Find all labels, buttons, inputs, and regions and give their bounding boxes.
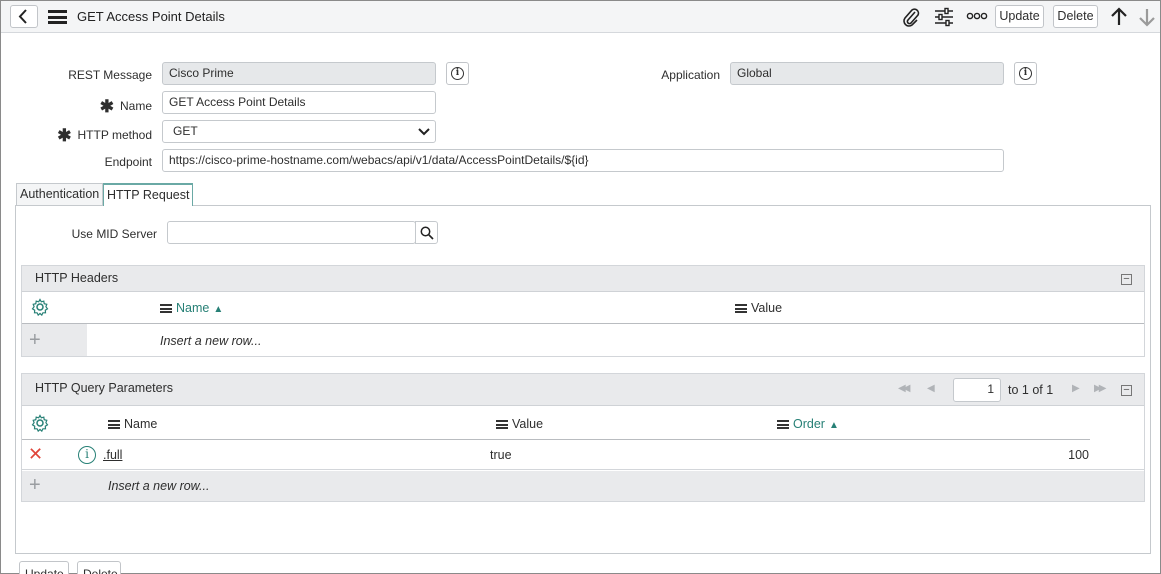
bottom-update-button[interactable]: Update [19, 561, 69, 574]
column-header-name[interactable]: Name ▲ [160, 301, 223, 315]
name-field[interactable]: GET Access Point Details [162, 91, 436, 114]
rest-message-info-button[interactable]: i [446, 62, 469, 85]
column-menu-icon[interactable] [160, 304, 172, 313]
http-headers-section: HTTP Headers − Name ▲ Value + Insert a ne… [21, 265, 1145, 357]
query-params-title: HTTP Query Parameters [35, 381, 174, 395]
column-menu-icon[interactable] [496, 420, 508, 429]
previous-page-icon[interactable]: ◀ [927, 383, 935, 394]
http-method-select[interactable]: GET [162, 120, 436, 143]
rest-message-field[interactable]: Cisco Prime [162, 62, 436, 85]
endpoint-label: Endpoint [104, 155, 152, 169]
search-icon [420, 226, 434, 240]
column-header-value[interactable]: Value [496, 417, 543, 431]
application-label: Application [661, 68, 720, 82]
mid-server-lookup-button[interactable] [415, 221, 438, 244]
delete-button[interactable]: Delete [1053, 5, 1098, 28]
more-options-icon[interactable] [966, 11, 988, 21]
name-label: ✱ Name [99, 97, 152, 116]
last-page-icon[interactable]: ▶▶ [1094, 383, 1107, 394]
query-params-header: HTTP Query Parameters ◀◀ ◀ 1 to 1 of 1 ▶… [22, 374, 1144, 406]
update-button[interactable]: Update [995, 5, 1044, 28]
gear-icon[interactable] [31, 298, 49, 316]
add-row-icon[interactable]: + [29, 475, 41, 495]
column-header-name[interactable]: Name [108, 417, 157, 431]
param-name-link[interactable]: .full [103, 448, 122, 462]
tab-http-request[interactable]: HTTP Request [103, 183, 194, 206]
info-icon: i [451, 67, 464, 80]
param-value-cell[interactable]: true [490, 448, 512, 462]
hamburger-menu-icon[interactable] [48, 10, 67, 24]
chevron-down-icon [418, 128, 430, 136]
column-menu-icon[interactable] [735, 304, 747, 313]
arrow-down-icon[interactable] [1138, 7, 1156, 27]
page-range-text: to 1 of 1 [1008, 383, 1054, 397]
insert-new-row[interactable]: Insert a new row... [160, 334, 261, 348]
sort-ascending-icon: ▲ [213, 304, 224, 315]
form-title: GET Access Point Details [77, 9, 225, 24]
sort-ascending-icon: ▲ [828, 420, 839, 431]
http-headers-title: HTTP Headers [35, 271, 119, 285]
first-page-icon[interactable]: ◀◀ [898, 383, 911, 394]
settings-sliders-icon[interactable] [933, 7, 955, 27]
collapse-icon[interactable]: − [1121, 274, 1132, 285]
next-page-icon[interactable]: ▶ [1072, 383, 1080, 394]
application-info-button[interactable]: i [1014, 62, 1037, 85]
column-menu-icon[interactable] [777, 420, 789, 429]
insert-new-row[interactable]: Insert a new row... [108, 479, 209, 493]
arrow-up-icon[interactable] [1110, 7, 1128, 27]
delete-row-icon[interactable]: ✕ [28, 445, 43, 463]
column-menu-icon[interactable] [108, 420, 120, 429]
column-header-order[interactable]: Order ▲ [777, 417, 839, 431]
header-row-divider [22, 323, 1144, 324]
back-button[interactable] [10, 5, 38, 28]
collapse-icon[interactable]: − [1121, 385, 1132, 396]
page-number-input[interactable]: 1 [953, 378, 1001, 402]
add-row-icon[interactable]: + [29, 330, 41, 350]
required-asterisk-icon: ✱ [99, 97, 114, 116]
chevron-left-icon [18, 9, 27, 24]
tab-authentication[interactable]: Authentication [16, 183, 104, 205]
application-field[interactable]: Global [730, 62, 1004, 85]
info-icon: i [1019, 67, 1032, 80]
mid-server-label: Use MID Server [71, 227, 157, 241]
gear-icon[interactable] [31, 414, 49, 432]
http-method-label: ✱ HTTP method [57, 126, 152, 145]
http-query-parameters-section: HTTP Query Parameters ◀◀ ◀ 1 to 1 of 1 ▶… [21, 373, 1145, 502]
rest-message-label: REST Message [68, 68, 152, 82]
http-headers-header: HTTP Headers − [22, 266, 1144, 292]
paperclip-icon[interactable] [901, 6, 921, 28]
form-header: GET Access Point Details Update Delete [1, 1, 1160, 33]
required-asterisk-icon: ✱ [57, 126, 72, 145]
mid-server-input[interactable] [167, 221, 416, 244]
column-header-value[interactable]: Value [735, 301, 782, 315]
info-icon[interactable]: i [78, 446, 96, 464]
param-order-cell[interactable]: 100 [1058, 448, 1089, 462]
bottom-delete-button[interactable]: Delete [77, 561, 121, 574]
table-row: ✕ i .full true 100 [22, 440, 1144, 470]
endpoint-field[interactable]: https://cisco-prime-hostname.com/webacs/… [162, 149, 1004, 172]
